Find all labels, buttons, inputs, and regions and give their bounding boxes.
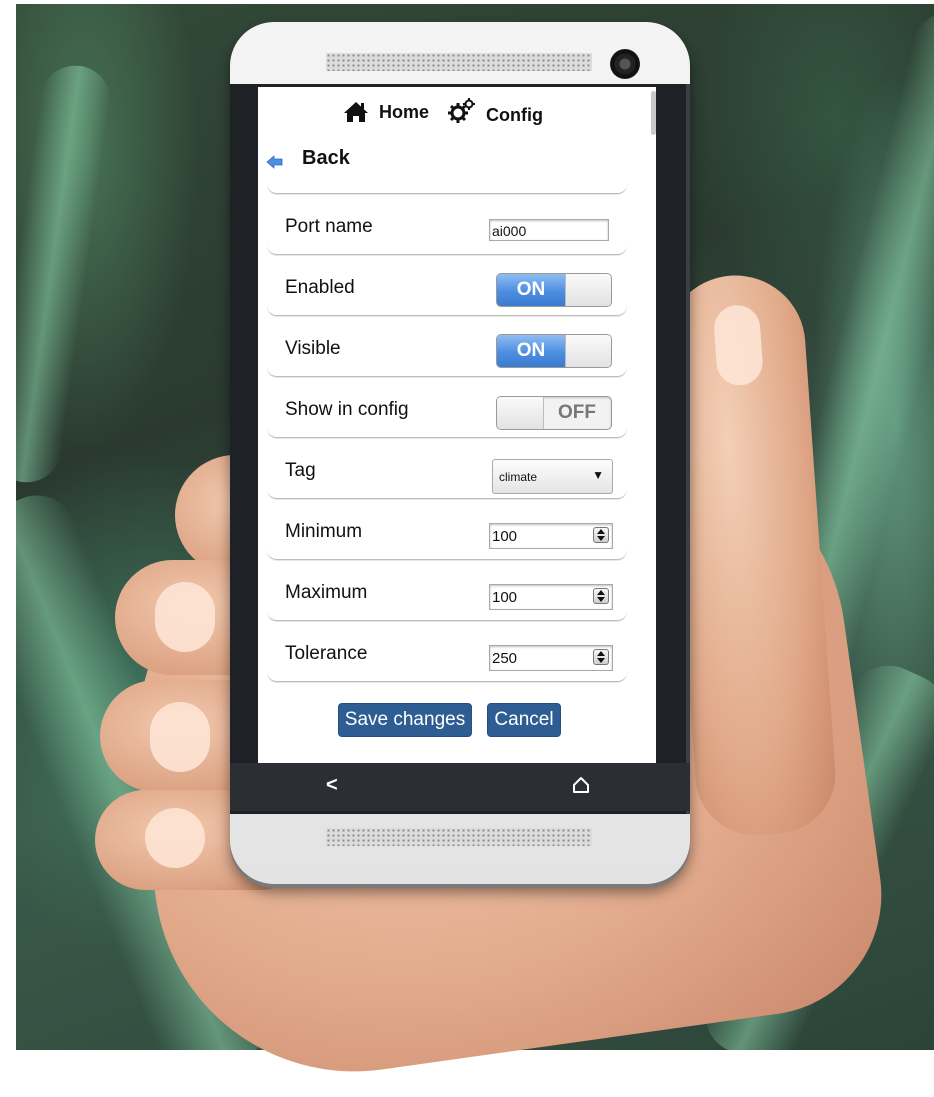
top-nav: Home Config: [258, 87, 648, 135]
maximum-label: Maximum: [285, 582, 368, 603]
tag-selected-value: climate: [499, 470, 538, 484]
show-in-config-label: Show in config: [285, 399, 409, 420]
top-speaker: [326, 53, 592, 71]
enabled-label: Enabled: [285, 277, 355, 298]
bottom-speaker: [326, 828, 592, 846]
toggle-on-text: ON: [497, 335, 565, 367]
toggle-knob[interactable]: [565, 274, 611, 306]
minimum-label: Minimum: [285, 521, 363, 542]
enabled-toggle[interactable]: ON: [496, 273, 612, 307]
toggle-knob[interactable]: [497, 397, 544, 429]
app-screen: Home Config Back Port name ai000 Enabled…: [258, 87, 656, 763]
home-outline-icon[interactable]: [572, 776, 590, 794]
minimum-stepper[interactable]: 100: [489, 523, 613, 549]
home-icon: [344, 102, 368, 122]
tolerance-value: 250: [492, 650, 518, 667]
port-name-input[interactable]: ai000: [489, 219, 609, 241]
maximum-value: 100: [492, 589, 518, 606]
minimum-value: 100: [492, 528, 518, 545]
back-divider: [267, 135, 627, 194]
gears-icon: [448, 97, 475, 123]
spin-arrows-icon[interactable]: [593, 527, 609, 543]
spin-arrows-icon[interactable]: [593, 588, 609, 604]
tag-label: Tag: [285, 460, 316, 481]
tag-select[interactable]: climate ▼: [492, 459, 613, 494]
port-name-label: Port name: [285, 216, 373, 237]
tolerance-stepper[interactable]: 250: [489, 645, 613, 671]
front-camera: [610, 49, 640, 79]
show-in-config-row: Show in config OFF: [267, 377, 627, 438]
tolerance-label: Tolerance: [285, 643, 368, 664]
tolerance-row: Tolerance 250: [267, 621, 627, 682]
toggle-off-text: OFF: [558, 402, 596, 423]
phone-edge: [686, 84, 690, 814]
config-label: Config: [486, 105, 543, 125]
maximum-stepper[interactable]: 100: [489, 584, 613, 610]
visible-toggle[interactable]: ON: [496, 334, 612, 368]
spin-arrows-icon[interactable]: [593, 649, 609, 665]
config-link[interactable]: Config: [448, 95, 543, 126]
minimum-row: Minimum 100: [267, 499, 627, 560]
enabled-row: Enabled ON: [267, 255, 627, 316]
home-link[interactable]: Home: [343, 101, 429, 123]
port-name-row: Port name ai000: [267, 194, 627, 255]
android-nav-bar: <: [230, 763, 690, 811]
maximum-row: Maximum 100: [267, 560, 627, 621]
visible-row: Visible ON: [267, 316, 627, 377]
visible-label: Visible: [285, 338, 341, 359]
show-in-config-toggle[interactable]: OFF: [496, 396, 612, 430]
android-back-button[interactable]: <: [326, 774, 338, 797]
home-label: Home: [379, 101, 430, 122]
toggle-on-text: ON: [497, 274, 565, 306]
cancel-button[interactable]: Cancel: [487, 703, 561, 737]
toggle-knob[interactable]: [565, 335, 611, 367]
tag-row: Tag climate ▼: [267, 438, 627, 499]
scrollbar[interactable]: [651, 91, 656, 135]
dropdown-arrow-icon: ▼: [592, 468, 604, 482]
save-changes-button[interactable]: Save changes: [338, 703, 472, 737]
